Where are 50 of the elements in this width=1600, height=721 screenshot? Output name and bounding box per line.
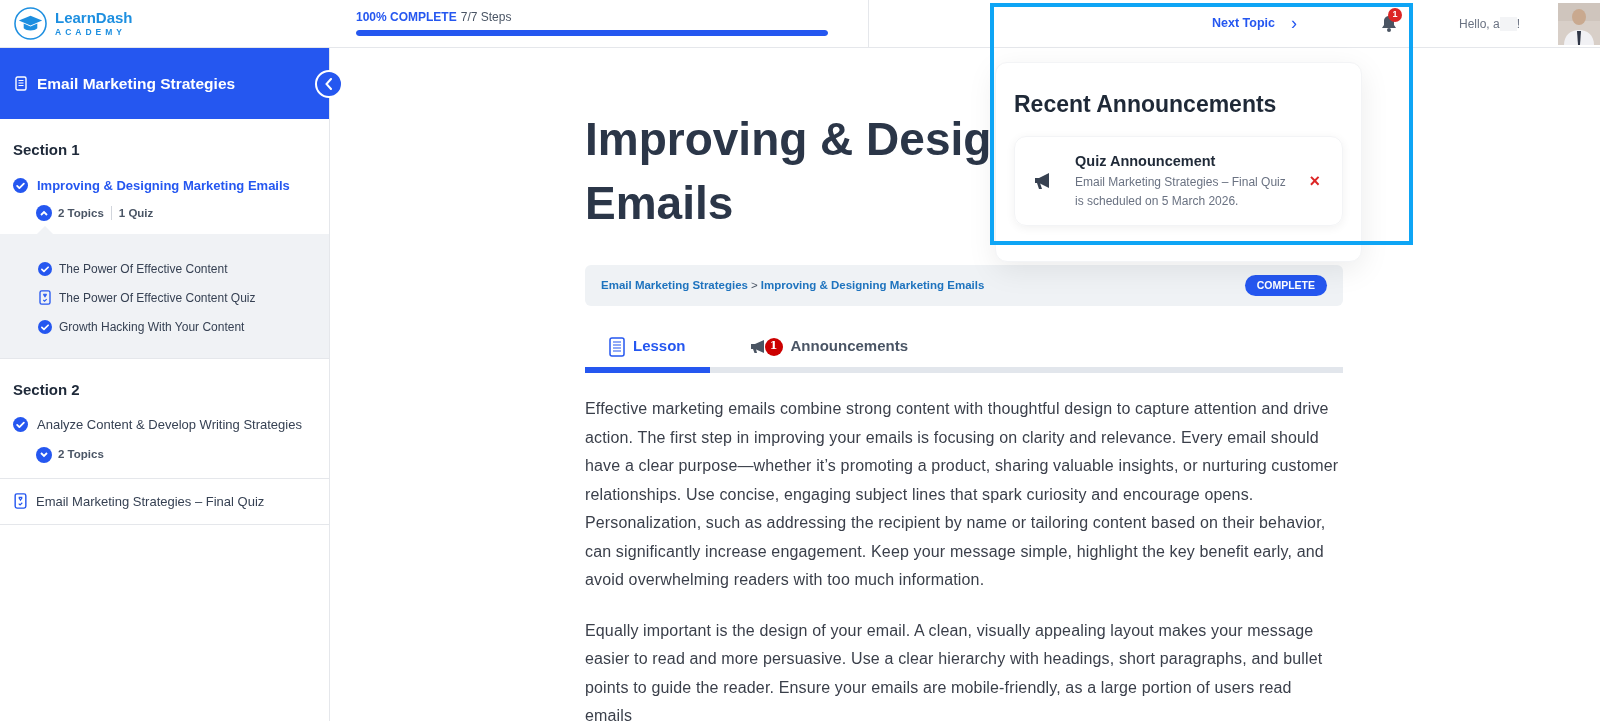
progress-steps: 7/7 Steps — [460, 7, 512, 26]
expand-toggle[interactable] — [36, 205, 52, 222]
breadcrumb-link[interactable]: Email Marketing Strategies — [601, 276, 748, 295]
popup-title: Recent Announcements — [1014, 90, 1278, 119]
tab[interactable]: 1 Announcements — [749, 326, 917, 373]
lesson-link[interactable]: Improving & Designing Marketing Emails — [37, 175, 307, 195]
lesson-title: Improving & Desig — [585, 112, 992, 167]
greeting-text: Hello, a — [1459, 15, 1500, 33]
breadcrumb-separator: > — [751, 277, 758, 293]
chevron-down-icon — [40, 451, 48, 458]
body-paragraph: Effective marketing emails combine strong content with thoughtful design to capture attention and drive action. The first step in improving your emails is focusing on clarity and relevance. Every email should have a clear purpose—whether it’s promoting a product, sharing valuable insights, or nurturing customer relationships. Use concise, engaging subject lines that spark curiosity and encourage opens. Personalization, such as addressing the recipient by name or tailoring content based on their behavior, can significantly increase engagement. Keep your message simple, highlight the key benefit early, and avoid overwhelming readers with too much information. — [585, 399, 1340, 590]
topic-link[interactable]: Growth Hacking With Your Content — [59, 317, 245, 336]
count-badge: 1 — [764, 337, 783, 356]
course-title: Email Marketing Strategies — [37, 73, 236, 94]
logo-name: LearnDash — [55, 10, 133, 26]
lesson-title: Emails — [585, 176, 734, 231]
announcement-text: Email Marketing Strategies – Final Quiz is scheduled on 5 March 2026. — [1075, 174, 1287, 211]
quiz-icon — [14, 493, 27, 510]
final-quiz-link[interactable]: Email Marketing Strategies – Final Quiz — [36, 491, 265, 511]
document-icon — [609, 336, 625, 357]
breadcrumb-link[interactable]: Improving & Designing Marketing Emails — [760, 276, 985, 295]
lesson-count: 1 Quiz — [118, 205, 154, 221]
chevron-left-icon — [324, 77, 334, 90]
graduation-cap-icon — [14, 7, 47, 40]
logo-tagline: ACADEMY — [55, 28, 127, 37]
section-heading: Section 2 — [12, 379, 81, 400]
document-icon — [15, 76, 27, 91]
lesson-link[interactable]: Analyze Content & Develop Writing Strategies — [37, 415, 307, 435]
status-badge: COMPLETE — [1244, 274, 1327, 297]
greeting-end: ! — [1516, 15, 1520, 33]
check-icon — [38, 261, 52, 276]
topic-link[interactable]: The Power Of Effective Content Quiz — [59, 288, 256, 307]
chevron-right-icon: › — [1291, 10, 1297, 37]
quiz-icon — [39, 290, 51, 306]
progress-label: 100% COMPLETE — [356, 8, 457, 26]
chevron-up-icon — [40, 210, 48, 217]
announcement-title: Quiz Announcement — [1075, 151, 1217, 171]
section-heading: Section 1 — [12, 140, 81, 160]
lesson-count: 2 Topics — [58, 447, 104, 463]
notification-badge: 1 — [1388, 8, 1402, 22]
check-icon — [38, 319, 52, 334]
megaphone-icon — [749, 339, 767, 354]
lesson-count: 2 Topics — [58, 205, 104, 221]
tab[interactable]: Lesson — [585, 326, 710, 373]
topic-link[interactable]: The Power Of Effective Content — [59, 259, 228, 278]
next-topic-link[interactable]: Next Topic › — [1212, 10, 1297, 37]
collapse-sidebar-button[interactable] — [315, 69, 343, 98]
close-button[interactable]: × — [1309, 171, 1320, 190]
body-paragraph: Equally important is the design of your email. A clean, visually appealing layout makes your message easier to read and more persuasive. Use a clear hierarchy with headings, short paragraphs, and bullet points to guide the reader. Ensure your emails are mobile-friendly, as a large portion of users read emails — [585, 620, 1324, 721]
expand-toggle[interactable] — [36, 446, 52, 463]
